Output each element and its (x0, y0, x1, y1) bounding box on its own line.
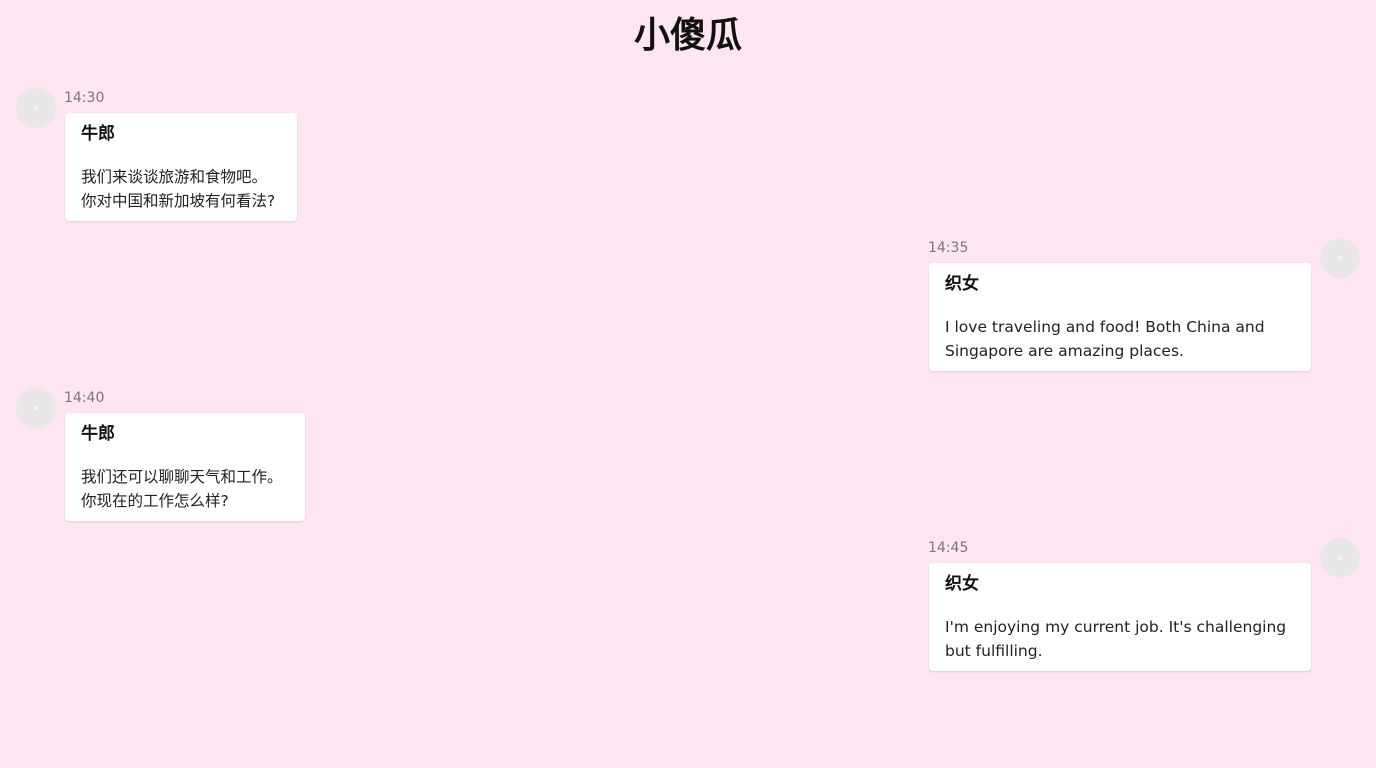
message-timestamp: 14:30 (64, 90, 105, 106)
message-timestamp: 14:45 (928, 540, 969, 556)
message-line: 你对中国和新加坡有何看法? (81, 192, 276, 210)
message-text: I'm enjoying my current job. It's challe… (945, 615, 1295, 663)
message-bubble: 牛郎 我们来谈谈旅游和食物吧。 你对中国和新加坡有何看法? (65, 113, 297, 221)
message-line: I love traveling and food! Both China an… (945, 318, 1265, 336)
message-line: 我们还可以聊聊天气和工作。 (81, 468, 283, 486)
message-line: 你现在的工作怎么样? (81, 492, 229, 510)
sender-name: 织女 (945, 274, 979, 294)
message-timestamp: 14:40 (64, 390, 105, 406)
message-line: 我们来谈谈旅游和食物吧。 (81, 168, 268, 186)
sender-name: 牛郎 (81, 424, 115, 444)
message-line: I'm enjoying my current job. It's challe… (945, 618, 1287, 636)
message-bubble: 牛郎 我们还可以聊聊天气和工作。 你现在的工作怎么样? (65, 413, 305, 521)
sender-name: 牛郎 (81, 124, 115, 144)
message-timestamp: 14:35 (928, 240, 969, 256)
message-text: 我们还可以聊聊天气和工作。 你现在的工作怎么样? (81, 465, 289, 513)
message-text: I love traveling and food! Both China an… (945, 315, 1295, 363)
page-title: 小傻瓜 (633, 15, 742, 56)
avatar[interactable] (1320, 238, 1360, 278)
avatar[interactable] (1320, 538, 1360, 578)
message-line: Singapore are amazing places. (945, 342, 1184, 360)
avatar[interactable] (16, 388, 56, 428)
message-line: but fulfilling. (945, 642, 1043, 660)
message-bubble: 织女 I'm enjoying my current job. It's cha… (929, 563, 1311, 671)
sender-name: 织女 (945, 574, 979, 594)
message-bubble: 织女 I love traveling and food! Both China… (929, 263, 1311, 371)
avatar[interactable] (16, 88, 56, 128)
message-text: 我们来谈谈旅游和食物吧。 你对中国和新加坡有何看法? (81, 165, 281, 213)
